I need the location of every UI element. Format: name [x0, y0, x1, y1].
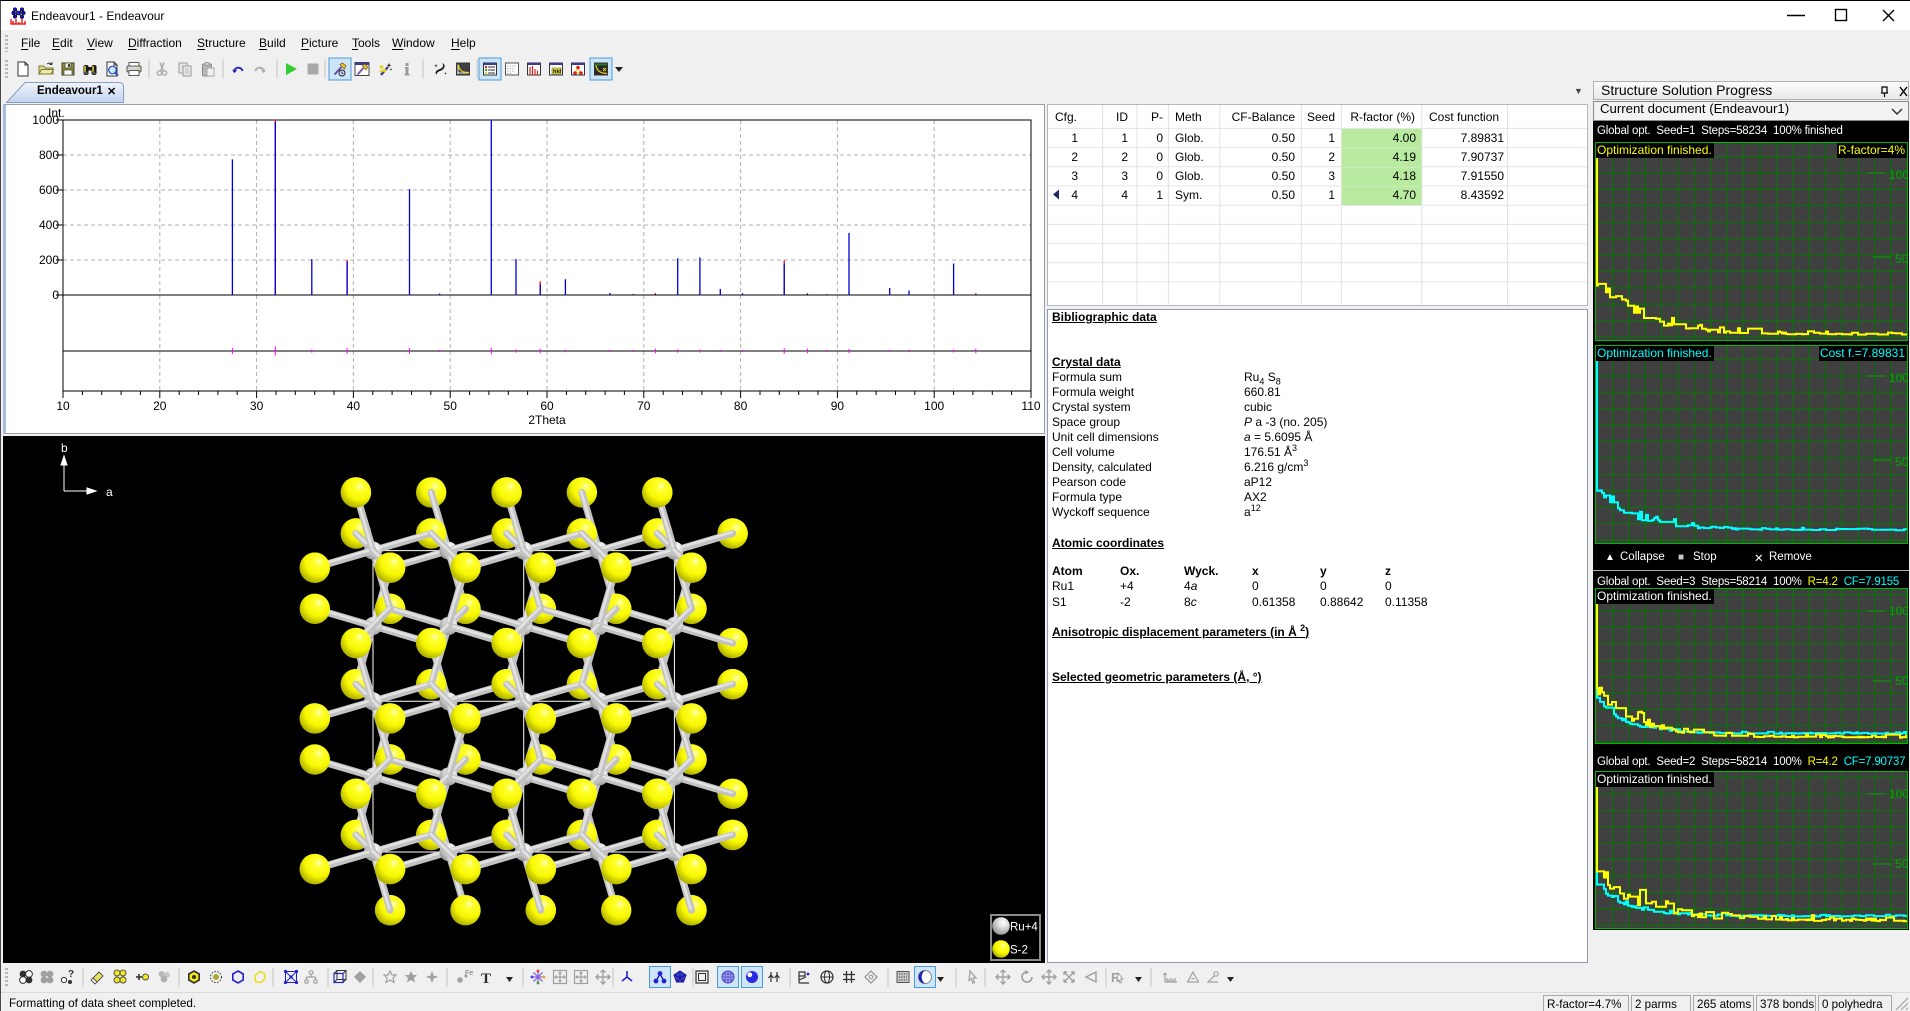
svg-text:30: 30 [250, 399, 264, 413]
svg-text:80: 80 [734, 399, 748, 413]
svg-text:100: 100 [1889, 604, 1907, 618]
svg-text:Ru+4: Ru+4 [1010, 922, 1038, 934]
svg-text:100: 100 [1889, 371, 1907, 385]
svg-text:50: 50 [1895, 455, 1907, 469]
svg-text:50: 50 [1895, 252, 1907, 266]
svg-text:hkl: hkl [553, 69, 561, 75]
svg-text:90: 90 [831, 399, 845, 413]
svg-text:110: 110 [1021, 399, 1040, 413]
svg-text:50: 50 [1895, 857, 1907, 871]
svg-text:100: 100 [1889, 168, 1907, 182]
svg-text:100: 100 [1889, 787, 1907, 801]
svg-text:Fe: Fe [465, 970, 473, 977]
svg-text:T: T [481, 971, 491, 987]
svg-text:a: a [106, 485, 113, 499]
svg-text:10: 10 [56, 399, 70, 413]
svg-text:40: 40 [347, 399, 361, 413]
svg-text:?: ? [68, 969, 74, 980]
svg-text:S-2: S-2 [1010, 945, 1028, 957]
svg-text:50: 50 [444, 399, 458, 413]
svg-text:60: 60 [540, 399, 554, 413]
svg-text:70: 70 [637, 399, 651, 413]
svg-text:1000: 1000 [32, 113, 59, 127]
svg-text:50: 50 [1895, 674, 1907, 688]
svg-text:2Theta: 2Theta [528, 413, 566, 427]
svg-text:100: 100 [924, 399, 944, 413]
svg-text:b: b [61, 441, 68, 455]
svg-text:20: 20 [153, 399, 167, 413]
